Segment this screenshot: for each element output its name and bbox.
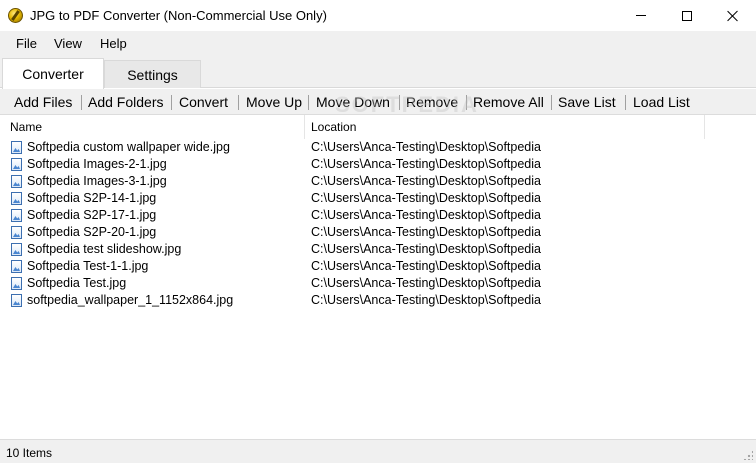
image-file-icon [11, 294, 22, 307]
list-item[interactable]: Softpedia S2P-20-1.jpg C:\Users\Anca-Tes… [0, 224, 756, 241]
file-location: C:\Users\Anca-Testing\Desktop\Softpedia [311, 225, 541, 239]
maximize-button[interactable] [664, 0, 710, 31]
menu-help[interactable]: Help [100, 36, 127, 51]
file-name: softpedia_wallpaper_1_1152x864.jpg [27, 293, 234, 307]
file-location: C:\Users\Anca-Testing\Desktop\Softpedia [311, 259, 541, 273]
list-item[interactable]: Softpedia Images-3-1.jpg C:\Users\Anca-T… [0, 173, 756, 190]
close-icon [727, 10, 739, 22]
menu-file[interactable]: File [16, 36, 37, 51]
convert-button[interactable]: Convert [179, 94, 228, 110]
close-button[interactable] [710, 0, 756, 31]
column-header-location[interactable]: Location [305, 115, 705, 139]
file-name: Softpedia S2P-14-1.jpg [27, 191, 157, 205]
title-bar: JPG to PDF Converter (Non-Commercial Use… [0, 0, 756, 31]
file-name: Softpedia Test-1-1.jpg [27, 259, 149, 273]
save-list-button[interactable]: Save List [558, 94, 616, 110]
tab-settings[interactable]: Settings [104, 60, 201, 88]
toolbar: Add Files Add Folders Convert Move Up Mo… [0, 88, 756, 114]
toolbar-separator [625, 95, 626, 110]
resize-grip-icon[interactable] [743, 450, 753, 460]
file-location: C:\Users\Anca-Testing\Desktop\Softpedia [311, 293, 541, 307]
image-file-icon [11, 175, 22, 188]
file-location: C:\Users\Anca-Testing\Desktop\Softpedia [311, 208, 541, 222]
list-item[interactable]: Softpedia S2P-17-1.jpg C:\Users\Anca-Tes… [0, 207, 756, 224]
image-file-icon [11, 158, 22, 171]
toolbar-separator [466, 95, 467, 110]
minimize-icon [636, 15, 646, 16]
maximize-icon [682, 10, 692, 21]
file-name: Softpedia Images-3-1.jpg [27, 174, 167, 188]
image-file-icon [11, 209, 22, 222]
list-item[interactable]: Softpedia test slideshow.jpg C:\Users\An… [0, 241, 756, 258]
list-item[interactable]: Softpedia custom wallpaper wide.jpg C:\U… [0, 139, 756, 156]
list-item[interactable]: Softpedia Images-2-1.jpg C:\Users\Anca-T… [0, 156, 756, 173]
file-name: Softpedia custom wallpaper wide.jpg [27, 140, 230, 154]
file-name: Softpedia Images-2-1.jpg [27, 157, 167, 171]
list-item[interactable]: Softpedia S2P-14-1.jpg C:\Users\Anca-Tes… [0, 190, 756, 207]
file-location: C:\Users\Anca-Testing\Desktop\Softpedia [311, 242, 541, 256]
toolbar-separator [399, 95, 400, 110]
file-name: Softpedia test slideshow.jpg [27, 242, 182, 256]
load-list-button[interactable]: Load List [633, 94, 690, 110]
file-name: Softpedia S2P-20-1.jpg [27, 225, 157, 239]
minimize-button[interactable] [618, 0, 664, 31]
column-header-name[interactable]: Name [0, 115, 305, 139]
list-item[interactable]: Softpedia Test.jpg C:\Users\Anca-Testing… [0, 275, 756, 292]
toolbar-separator [171, 95, 172, 110]
file-name: Softpedia S2P-17-1.jpg [27, 208, 157, 222]
toolbar-separator [81, 95, 82, 110]
toolbar-separator [308, 95, 309, 110]
move-up-button[interactable]: Move Up [246, 94, 302, 110]
app-coin-icon [8, 8, 23, 23]
menu-bar: File View Help [0, 31, 756, 56]
list-item[interactable]: Softpedia Test-1-1.jpg C:\Users\Anca-Tes… [0, 258, 756, 275]
toolbar-separator [238, 95, 239, 110]
remove-all-button[interactable]: Remove All [473, 94, 544, 110]
file-name: Softpedia Test.jpg [27, 276, 127, 290]
image-file-icon [11, 141, 22, 154]
file-location: C:\Users\Anca-Testing\Desktop\Softpedia [311, 157, 541, 171]
list-item[interactable]: softpedia_wallpaper_1_1152x864.jpg C:\Us… [0, 292, 756, 309]
image-file-icon [11, 277, 22, 290]
image-file-icon [11, 260, 22, 273]
move-down-button[interactable]: Move Down [316, 94, 390, 110]
window-title: JPG to PDF Converter (Non-Commercial Use… [30, 8, 327, 23]
menu-view[interactable]: View [54, 36, 82, 51]
file-location: C:\Users\Anca-Testing\Desktop\Softpedia [311, 174, 541, 188]
file-location: C:\Users\Anca-Testing\Desktop\Softpedia [311, 191, 541, 205]
status-bar: 10 Items [0, 439, 756, 463]
image-file-icon [11, 192, 22, 205]
image-file-icon [11, 226, 22, 239]
tab-strip: Converter Settings [0, 56, 756, 89]
add-folders-button[interactable]: Add Folders [88, 94, 163, 110]
file-location: C:\Users\Anca-Testing\Desktop\Softpedia [311, 276, 541, 290]
add-files-button[interactable]: Add Files [14, 94, 72, 110]
tab-converter[interactable]: Converter [2, 58, 104, 89]
toolbar-separator [551, 95, 552, 110]
file-location: C:\Users\Anca-Testing\Desktop\Softpedia [311, 140, 541, 154]
remove-button[interactable]: Remove [406, 94, 458, 110]
file-list[interactable]: Name Location Softpedia custom wallpaper… [0, 114, 756, 439]
image-file-icon [11, 243, 22, 256]
item-count: 10 Items [6, 446, 53, 460]
